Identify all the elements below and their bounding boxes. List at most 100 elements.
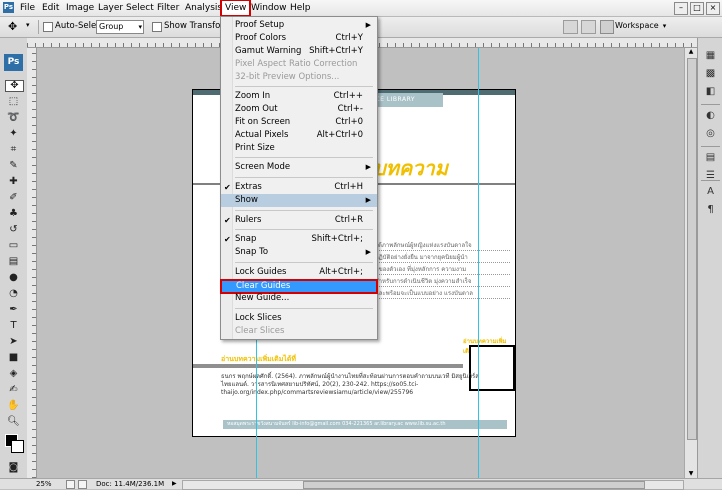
menu-item-label: Show <box>235 195 258 205</box>
menu-item-lock-guides[interactable]: Lock Guides Alt+Ctrl+; <box>221 266 377 279</box>
vertical-ruler[interactable] <box>27 48 37 478</box>
menu-item-label: Zoom Out <box>235 104 278 114</box>
menu-item-lock-slices[interactable]: Lock Slices <box>221 312 377 325</box>
menu-item-shortcut: Alt+Ctrl+; <box>319 267 363 277</box>
workspace-menu[interactable]: Workspace ▾ <box>615 21 666 30</box>
menu-select[interactable]: Select <box>123 0 157 16</box>
menu-item-label: Actual Pixels <box>235 130 289 140</box>
menu-item-label: Rulers <box>235 215 262 225</box>
gradient-tool-icon[interactable]: ▤ <box>5 256 22 268</box>
align-icon[interactable] <box>581 20 596 34</box>
menu-item-shortcut: Shift+Ctrl+Y <box>309 46 363 56</box>
menu-item-screen-mode[interactable]: Screen Mode ▶ <box>221 161 377 174</box>
menu-item-zoom-out[interactable]: Zoom Out Ctrl+- <box>221 103 377 116</box>
maximize-icon[interactable]: □ <box>690 2 704 15</box>
submenu-arrow-icon: ▶ <box>365 163 371 171</box>
menu-view[interactable]: View <box>220 0 252 17</box>
move-tool-icon[interactable]: ✥ <box>8 20 17 33</box>
layers-panel-icon[interactable]: ▤ <box>704 152 717 164</box>
auto-select-checkbox[interactable] <box>43 22 53 32</box>
menu-item-snap[interactable]: ✔ Snap Shift+Ctrl+; <box>221 233 377 246</box>
tool-preset-chevron-icon[interactable]: ▾ <box>26 21 30 29</box>
menu-window[interactable]: Window <box>248 0 290 16</box>
menu-item-label: Pixel Aspect Ratio Correction <box>235 59 358 69</box>
history-brush-tool-icon[interactable]: ↺ <box>5 224 22 236</box>
menu-image[interactable]: Image <box>63 0 97 16</box>
menu-item-label: Lock Guides <box>235 267 287 277</box>
lasso-tool-icon[interactable]: ➰ <box>5 112 22 124</box>
minimize-icon[interactable]: – <box>674 2 688 15</box>
menu-item-proof-setup[interactable]: Proof Setup ▶ <box>221 19 377 32</box>
menu-separator <box>235 177 373 178</box>
menu-item-label: Zoom In <box>235 91 271 101</box>
scroll-down-icon[interactable]: ▼ <box>687 470 695 478</box>
menu-analysis[interactable]: Analysis <box>182 0 225 16</box>
menu-item-rulers[interactable]: ✔ Rulers Ctrl+R <box>221 214 377 227</box>
menu-item-fit-on-screen[interactable]: Fit on Screen Ctrl+0 <box>221 116 377 129</box>
brush-tool-icon[interactable]: ✐ <box>5 192 22 204</box>
color-panel-icon[interactable]: ▦ <box>704 50 717 62</box>
paragraph-panel-icon[interactable]: ¶ <box>704 204 717 216</box>
zoom-tool-icon[interactable]: 🔍︎ <box>5 416 22 428</box>
checkmark-icon: ✔ <box>224 183 231 192</box>
menu-edit[interactable]: Edit <box>39 0 62 16</box>
menu-separator <box>235 229 373 230</box>
reference-divider <box>193 364 463 368</box>
masks-panel-icon[interactable]: ◎ <box>704 128 717 140</box>
menu-item-show[interactable]: Show ▶ <box>221 194 377 207</box>
menu-file[interactable]: File <box>17 0 38 16</box>
3d-rotate-tool-icon[interactable]: ◈ <box>5 368 22 380</box>
swatches-panel-icon[interactable]: ▩ <box>704 68 717 80</box>
menu-item-actual-pixels[interactable]: Actual Pixels Alt+Ctrl+0 <box>221 129 377 142</box>
menu-item-label: New Guide... <box>235 293 290 303</box>
magic-wand-tool-icon[interactable]: ✦ <box>5 128 22 140</box>
vertical-scrollbar[interactable]: ▲ ▼ <box>684 48 697 478</box>
menu-item-shortcut: Alt+Ctrl+0 <box>316 130 363 140</box>
menu-layer[interactable]: Layer <box>95 0 126 16</box>
close-icon[interactable]: × <box>706 2 720 15</box>
path-selection-tool-icon[interactable]: ➤ <box>5 336 22 348</box>
menu-item-print-size[interactable]: Print Size <box>221 142 377 155</box>
move-tool-icon[interactable]: ✥ <box>5 80 24 92</box>
menu-item-label: Snap To <box>235 247 269 257</box>
menu-filter[interactable]: Filter <box>154 0 182 16</box>
menu-bar: Ps File Edit Image Layer Select Filter A… <box>0 0 722 17</box>
healing-brush-tool-icon[interactable]: ✚ <box>5 176 22 188</box>
menu-item-gamut-warning[interactable]: Gamut Warning Shift+Ctrl+Y <box>221 45 377 58</box>
menu-item-new-guide[interactable]: New Guide... <box>221 292 377 305</box>
adjustments-panel-icon[interactable]: ◐ <box>704 110 717 122</box>
eraser-tool-icon[interactable]: ▭ <box>5 240 22 252</box>
show-transform-checkbox[interactable] <box>152 22 162 32</box>
menu-item-proof-colors[interactable]: Proof Colors Ctrl+Y <box>221 32 377 45</box>
menu-item-zoom-in[interactable]: Zoom In Ctrl++ <box>221 90 377 103</box>
type-tool-icon[interactable]: T <box>5 320 22 332</box>
notes-tool-icon[interactable]: ✍ <box>5 384 22 396</box>
crop-tool-icon[interactable]: ⌗ <box>5 144 22 156</box>
panel-dock: ▦ ▩ ◧ ◐ ◎ ▤ ☰ A ¶ <box>697 38 722 478</box>
styles-panel-icon[interactable]: ◧ <box>704 86 717 98</box>
eyedropper-tool-icon[interactable]: ✎ <box>5 160 22 172</box>
workspace-icon[interactable] <box>600 20 614 34</box>
blur-tool-icon[interactable]: ● <box>5 272 22 284</box>
pen-tool-icon[interactable]: ✒ <box>5 304 22 316</box>
menu-item-snap-to[interactable]: Snap To ▶ <box>221 246 377 259</box>
scroll-up-icon[interactable]: ▲ <box>687 48 695 56</box>
window-controls: – □ × <box>672 2 720 15</box>
guide-line[interactable] <box>478 48 479 478</box>
character-panel-icon[interactable]: A <box>704 186 717 198</box>
menu-item-extras[interactable]: ✔ Extras Ctrl+H <box>221 181 377 194</box>
dodge-tool-icon[interactable]: ◔ <box>5 288 22 300</box>
menu-help[interactable]: Help <box>287 0 314 16</box>
hand-tool-icon[interactable]: ✋ <box>5 400 22 412</box>
menu-item-label: Print Size <box>235 143 275 153</box>
workspace-label: Workspace <box>615 21 659 30</box>
clone-stamp-tool-icon[interactable]: ♣ <box>5 208 22 220</box>
marquee-tool-icon[interactable]: ⬚ <box>5 96 22 108</box>
quick-mask-icon[interactable]: ◙ <box>5 462 22 474</box>
shape-tool-icon[interactable]: ■ <box>5 352 22 364</box>
scroll-thumb[interactable] <box>687 58 697 440</box>
distribute-icon[interactable] <box>563 20 578 34</box>
auto-select-dropdown[interactable]: Group ▾ <box>96 20 144 34</box>
horizontal-scrollbar[interactable] <box>182 480 684 490</box>
background-color-swatch[interactable] <box>11 440 24 453</box>
